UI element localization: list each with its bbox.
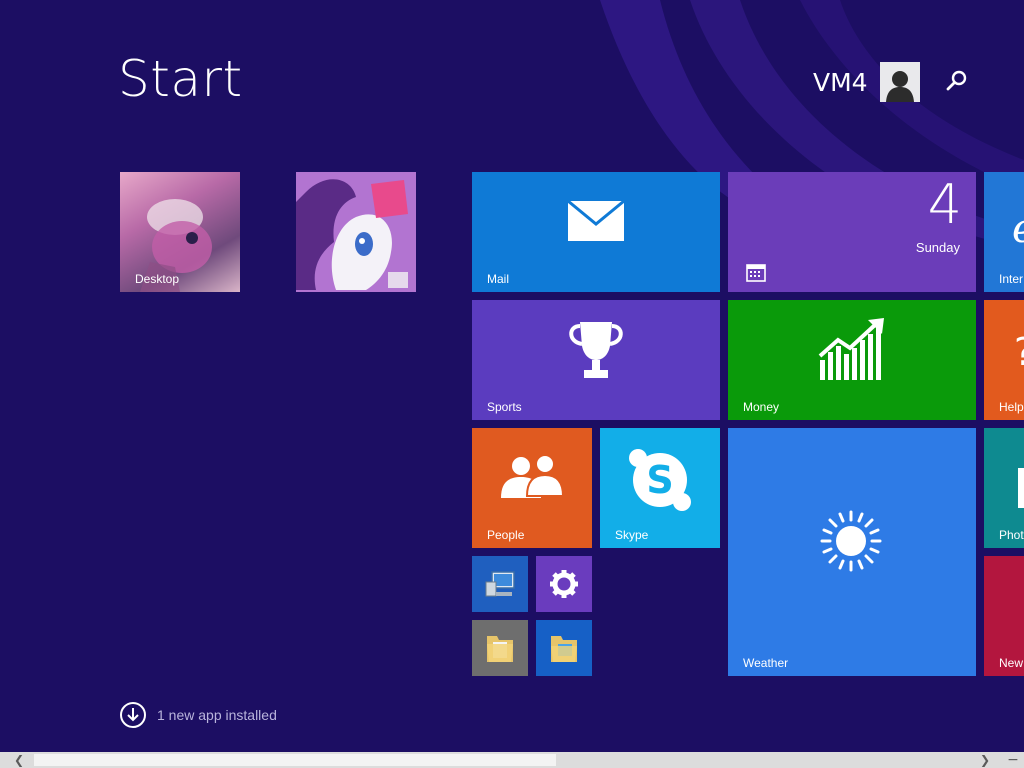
calendar-day-name: Sunday [915, 240, 960, 255]
chart-icon [818, 318, 884, 380]
new-app-installed-notice[interactable]: 1 new app installed [120, 702, 277, 728]
computer-icon [485, 571, 515, 597]
sun-icon [820, 510, 882, 572]
my-little-pony-app-image [296, 172, 416, 292]
tile-people[interactable]: People [472, 428, 592, 548]
tile-sports[interactable]: Sports [472, 300, 720, 420]
ie-icon: e [1012, 206, 1024, 252]
page-title: Start [118, 50, 243, 108]
trophy-icon [569, 322, 623, 378]
scroll-right-arrow-icon[interactable]: ❯ [976, 752, 994, 768]
skype-icon: S [629, 449, 691, 511]
tile-file-explorer[interactable] [536, 620, 592, 676]
tile-label: Mail [487, 272, 510, 286]
tile-internet-explorer[interactable]: e Inter [984, 172, 1024, 292]
tile-label: Sports [487, 400, 522, 414]
tile-label: Help [999, 400, 1024, 414]
svg-text:S: S [646, 458, 673, 502]
notice-text: 1 new app installed [157, 707, 277, 723]
tile-label: Weather [743, 656, 789, 670]
mail-icon [567, 200, 625, 241]
scroll-left-arrow-icon[interactable]: ❮ [10, 752, 28, 768]
user-account[interactable]: VM4 [813, 62, 920, 102]
zoom-out-icon[interactable]: − [1004, 752, 1022, 768]
tile-label: Money [743, 400, 780, 414]
tile-pc-settings[interactable] [536, 556, 592, 612]
scrollbar-thumb[interactable] [34, 754, 556, 766]
tile-label: Phot [999, 528, 1024, 542]
tile-help[interactable]: ? Help [984, 300, 1024, 420]
tile-mail[interactable]: Mail [472, 172, 720, 292]
tile-skype[interactable]: S Skype [600, 428, 720, 548]
tile-news[interactable]: New [984, 556, 1024, 676]
tile-photos[interactable]: Phot [984, 428, 1024, 548]
search-icon[interactable] [944, 68, 970, 94]
tile-calendar[interactable]: 4 Sunday [728, 172, 976, 292]
user-avatar-icon [879, 62, 920, 102]
help-icon: ? [1014, 330, 1024, 374]
people-icon [501, 454, 565, 498]
tile-label: Skype [615, 528, 649, 542]
tile-this-pc[interactable] [472, 556, 528, 612]
tile-my-little-pony-game[interactable] [296, 172, 416, 292]
calendar-icon [746, 264, 766, 282]
tile-label: People [487, 528, 525, 542]
tile-money[interactable]: Money [728, 300, 976, 420]
user-name: VM4 [813, 67, 868, 97]
folder-icon [551, 636, 577, 662]
tile-weather[interactable]: Weather [728, 428, 976, 676]
calendar-day-number: 4 [927, 173, 962, 236]
horizontal-scrollbar[interactable]: ❮ ❯ − [0, 752, 1024, 768]
tile-label: Desktop [135, 272, 180, 286]
gear-icon [550, 570, 578, 598]
tile-label: Inter [999, 272, 1024, 286]
tile-desktop[interactable]: Desktop [120, 172, 240, 292]
tile-documents[interactable] [472, 620, 528, 676]
download-arrow-icon [120, 702, 146, 728]
photos-icon [1018, 468, 1024, 508]
tile-label: New [999, 656, 1024, 670]
folder-icon [487, 636, 513, 662]
